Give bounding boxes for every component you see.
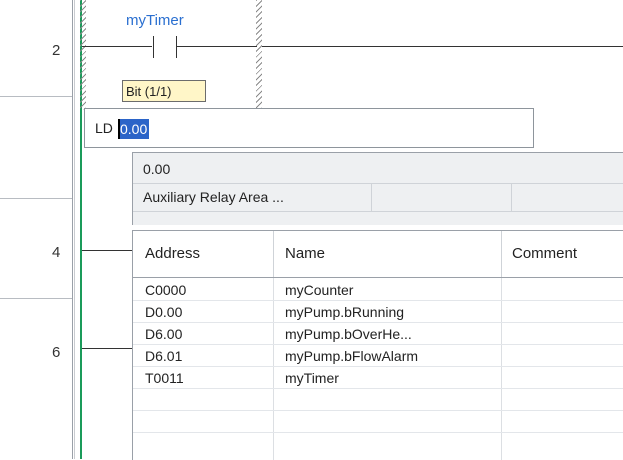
column-separator[interactable]	[273, 231, 274, 277]
info-divider	[511, 183, 512, 211]
instruction-editor[interactable]: LD 0.00	[84, 108, 534, 148]
info-divider	[371, 183, 372, 211]
column-separator[interactable]	[501, 231, 502, 277]
row-address[interactable]: D6.01	[145, 345, 182, 367]
info-divider	[133, 211, 623, 212]
rung-divider	[0, 96, 72, 97]
info-address: 0.00	[143, 161, 171, 177]
contact-operand-label[interactable]: myTimer	[126, 12, 184, 29]
column-header-name[interactable]: Name	[285, 231, 325, 277]
rung-wire	[82, 348, 132, 349]
operand-tooltip: Bit (1/1)	[122, 80, 206, 102]
selected-cell-border	[256, 0, 262, 110]
rung-wire	[262, 46, 623, 47]
info-divider	[133, 183, 623, 184]
rung-wire	[82, 46, 152, 47]
rung-wire	[82, 250, 132, 251]
rung-number-4[interactable]: 4	[0, 244, 72, 261]
rung-number-2[interactable]: 2	[0, 42, 72, 59]
row-name[interactable]: myPump.bRunning	[285, 301, 404, 323]
rung-divider	[0, 298, 72, 299]
row-address[interactable]: C0000	[145, 279, 186, 301]
rung-divider	[0, 198, 72, 199]
contact-symbol[interactable]	[176, 36, 177, 58]
operand-input-selection[interactable]: 0.00	[118, 119, 150, 139]
gutter-border	[74, 0, 75, 459]
row-gridline	[133, 388, 623, 389]
instruction-mnemonic: LD	[95, 120, 113, 136]
row-name[interactable]: myPump.bFlowAlarm	[285, 345, 418, 367]
symbol-suggestion-list[interactable]: Address Name Comment C0000 myCounter D0.…	[132, 230, 623, 460]
rung-number-6[interactable]: 6	[0, 344, 72, 361]
contact-symbol[interactable]	[153, 36, 154, 58]
rung-number-gutter	[0, 0, 72, 459]
row-gridline	[133, 432, 623, 433]
row-name[interactable]: myCounter	[285, 279, 353, 301]
row-name[interactable]: myPump.bOverHe...	[285, 323, 412, 345]
column-header-comment[interactable]: Comment	[512, 231, 577, 277]
rung-wire	[177, 46, 257, 47]
row-address[interactable]: D6.00	[145, 323, 182, 345]
column-header-address[interactable]: Address	[145, 231, 200, 277]
header-divider	[133, 277, 623, 278]
row-address[interactable]: T0011	[145, 367, 184, 389]
address-info-panel: 0.00 Auxiliary Relay Area ...	[132, 152, 623, 225]
info-area: Auxiliary Relay Area ...	[143, 189, 284, 205]
row-name[interactable]: myTimer	[285, 367, 339, 389]
selected-cell-border	[80, 0, 86, 110]
text-caret	[118, 119, 120, 139]
row-address[interactable]: D0.00	[145, 301, 182, 323]
gutter-border	[72, 0, 73, 459]
row-gridline	[133, 410, 623, 411]
